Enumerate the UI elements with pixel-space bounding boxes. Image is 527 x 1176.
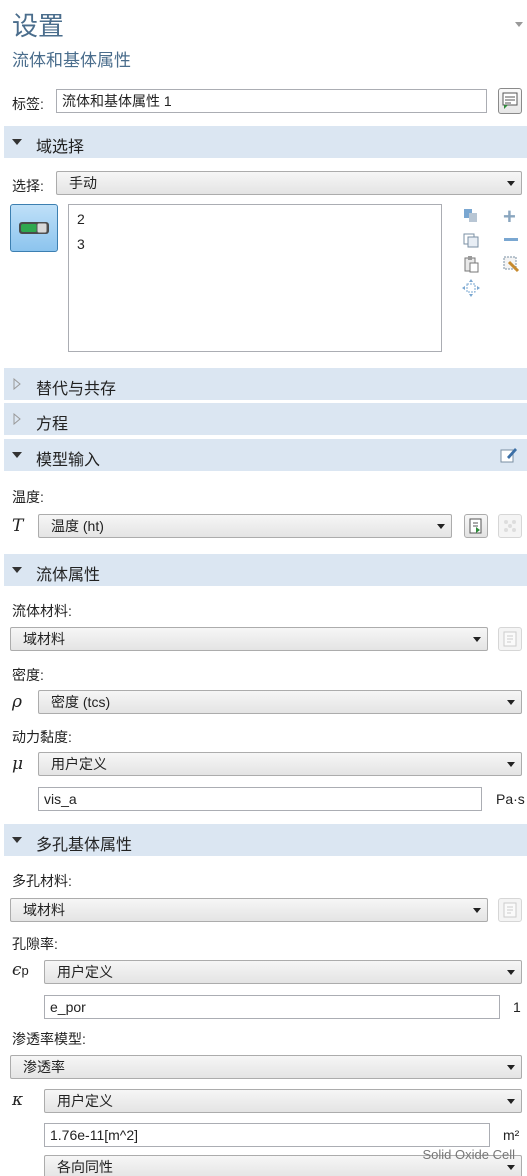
label-caption: 标签: (12, 96, 44, 112)
expand-icon (13, 378, 21, 390)
collapse-icon (12, 452, 22, 458)
chevron-down-icon (507, 762, 515, 767)
viscosity-dropdown[interactable]: 用户定义 (38, 752, 522, 776)
permeability-symbol: κ (12, 1090, 24, 1110)
list-item[interactable]: 2 (77, 211, 85, 227)
chevron-down-icon (507, 181, 515, 186)
fluid-material-value: 域材料 (23, 631, 65, 647)
active-toggle-button[interactable] (10, 204, 58, 252)
material-link-button[interactable] (498, 627, 522, 651)
permeability-dropdown[interactable]: 用户定义 (44, 1089, 522, 1113)
list-item[interactable]: 3 (77, 236, 85, 252)
viscosity-value: 用户定义 (51, 756, 107, 772)
node-type-subtitle: 流体和基体属性 (12, 51, 131, 70)
temperature-caption: 温度: (12, 489, 44, 505)
density-dropdown[interactable]: 密度 (tcs) (38, 690, 522, 714)
clipboard-icon[interactable] (462, 255, 480, 273)
go-to-source-button[interactable] (464, 514, 488, 538)
domain-selection-list[interactable]: 2 3 (68, 204, 442, 352)
density-symbol: ρ (12, 692, 22, 712)
collapse-icon (12, 139, 22, 145)
porosity-symbol: ϵp (12, 960, 29, 980)
clear-selection-icon[interactable] (502, 255, 520, 273)
density-caption: 密度: (12, 667, 44, 683)
isotropy-value: 各向同性 (57, 1159, 113, 1175)
permeability-model-caption: 渗透率模型: (12, 1031, 86, 1047)
collapse-icon (12, 837, 22, 843)
temperature-value: 温度 (ht) (51, 518, 104, 534)
section-title: 域选择 (36, 139, 85, 156)
section-title: 多孔基体属性 (36, 837, 133, 854)
settings-title: 设置 (12, 11, 65, 41)
copy-selection-icon[interactable] (462, 231, 480, 249)
porous-material-caption: 多孔材料: (12, 873, 72, 889)
fluid-material-dropdown[interactable]: 域材料 (10, 627, 488, 651)
edit-node-icon[interactable] (498, 88, 522, 114)
watermark: Solid Oxide Cell (422, 1147, 516, 1162)
selection-caption: 选择: (12, 178, 44, 194)
permeability-expression-input[interactable]: 1.76e-11[m^2] (44, 1123, 490, 1147)
paste-selection-icon[interactable] (462, 206, 480, 224)
panel-menu-icon[interactable] (515, 22, 523, 27)
viscosity-symbol: μ (12, 754, 24, 774)
section-title: 模型输入 (36, 452, 101, 469)
porosity-symbol-sub: p (21, 963, 29, 978)
toggle-icon (19, 222, 49, 234)
zoom-selection-icon[interactable] (462, 279, 480, 297)
porosity-dropdown[interactable]: 用户定义 (44, 960, 522, 984)
permeability-model-dropdown[interactable]: 渗透率 (10, 1055, 522, 1079)
section-equation[interactable]: 方程 (4, 403, 527, 435)
section-domain-selection[interactable]: 域选择 (4, 126, 527, 158)
chevron-down-icon (437, 524, 445, 529)
viscosity-caption: 动力黏度: (12, 729, 72, 745)
chevron-down-icon (507, 970, 515, 975)
collapse-icon (12, 567, 22, 573)
permeability-value: 用户定义 (57, 1093, 113, 1109)
section-title: 替代与共存 (36, 381, 117, 398)
porosity-value: 用户定义 (57, 964, 113, 980)
selection-value: 手动 (69, 175, 97, 191)
permeability-unit: m² (503, 1127, 520, 1143)
porous-material-value: 域材料 (23, 902, 65, 918)
porosity-caption: 孔隙率: (12, 936, 58, 952)
permeability-model-value: 渗透率 (23, 1059, 65, 1075)
material-link-button[interactable] (498, 898, 522, 922)
chevron-down-icon (507, 700, 515, 705)
temperature-symbol: T (12, 516, 24, 536)
edit-model-input-icon[interactable] (499, 445, 519, 465)
remove-icon[interactable] (504, 238, 518, 241)
chevron-down-icon (473, 908, 481, 913)
temperature-dropdown[interactable]: 温度 (ht) (38, 514, 452, 538)
porosity-expression-input[interactable]: e_por (44, 995, 500, 1019)
section-title: 流体属性 (36, 567, 101, 584)
section-title: 方程 (36, 416, 69, 433)
density-value: 密度 (tcs) (51, 694, 111, 710)
porosity-unit: 1 (513, 999, 521, 1015)
label-input[interactable]: 流体和基体属性 1 (56, 89, 487, 113)
chevron-down-icon (473, 637, 481, 642)
fluid-material-caption: 流体材料: (12, 603, 72, 619)
expand-icon (13, 413, 21, 425)
chevron-down-icon (507, 1165, 515, 1170)
section-override[interactable]: 替代与共存 (4, 368, 527, 400)
viscosity-expression-input[interactable]: vis_a (38, 787, 482, 811)
chevron-down-icon (507, 1065, 515, 1070)
porous-material-dropdown[interactable]: 域材料 (10, 898, 488, 922)
add-icon[interactable]: + (503, 204, 516, 230)
section-fluid-properties[interactable]: 流体属性 (4, 554, 527, 586)
porosity-symbol-main: ϵ (12, 960, 22, 980)
add-variable-button[interactable] (498, 514, 522, 538)
chevron-down-icon (507, 1099, 515, 1104)
selection-dropdown[interactable]: 手动 (56, 171, 522, 195)
viscosity-unit: Pa·s (496, 791, 525, 807)
section-porous-matrix[interactable]: 多孔基体属性 (4, 824, 527, 856)
section-model-input[interactable]: 模型输入 (4, 439, 527, 471)
